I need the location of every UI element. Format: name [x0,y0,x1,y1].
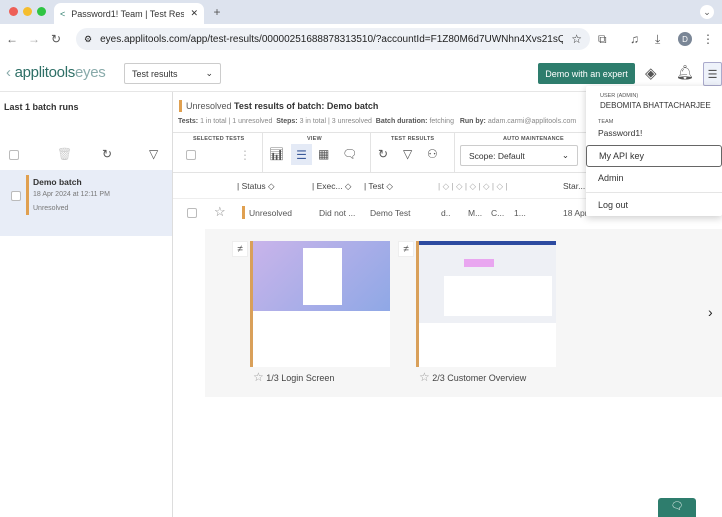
team-label: TEAM [598,119,614,125]
batch-checkbox[interactable] [11,191,21,201]
profile-avatar[interactable]: D [678,32,692,46]
diff-not-equal-icon: ≠ [398,241,414,257]
column-status[interactable]: | Status ◇ [237,181,275,192]
row-start-date: 18 Apr [563,208,588,218]
row-execution: Did not ... [319,208,356,218]
column-extra-headers[interactable]: | ◇ | ◇ | ◇ | ◇ | ◇ | [438,181,508,192]
batch-list-title: Last 1 batch runs [4,102,79,112]
user-role-label: USER (ADMIN) [600,93,639,99]
scope-select[interactable]: Scope: Default ⌄ [460,145,578,166]
user-name: DEBOMITA BHATTACHARJEE [600,101,711,110]
row-cell: 1... [514,208,526,218]
batch-status: Unresolved [33,205,69,212]
menu-item-log-out[interactable]: Log out [586,194,722,216]
grid-view-icon[interactable]: ▦ [318,147,329,161]
filter-results-icon[interactable]: ▽ [403,147,412,161]
close-window-button[interactable] [9,7,18,16]
user-menu-dropdown: USER (ADMIN) DEBOMITA BHATTACHARJEE TEAM… [586,86,722,216]
user-menu-button[interactable]: ☰ [703,62,722,86]
back-icon[interactable]: ← [6,32,18,46]
chat-button[interactable]: 🗨︎ [658,498,696,517]
close-tab-icon[interactable]: ✕ [190,8,198,19]
status-indicator [179,100,182,112]
forward-icon[interactable]: → [28,32,40,46]
tab-title: Password1! Team | Test Results [71,8,185,19]
status-indicator [242,206,245,219]
status-indicator [26,175,29,215]
url-field[interactable]: ⚙ eyes.applitools.com/app/test-results/0… [76,28,590,50]
step-label[interactable]: ☆ 1/3 Login Screen [253,370,334,384]
batch-status: Unresolved [186,101,232,111]
row-status: Unresolved [249,208,292,218]
star-icon[interactable]: ☆ [214,204,226,220]
extensions-icon[interactable]: ⧉ [598,32,607,47]
auto-maintenance-label: AUTO MAINTENANCE [503,136,564,142]
menu-item-api-key[interactable]: My API key [586,145,722,167]
chat-icon: 🗨︎ [670,500,684,512]
step-label[interactable]: ☆ 2/3 Customer Overview [419,370,526,384]
bookmark-star-icon[interactable]: ☆ [571,32,582,46]
browser-menu-icon[interactable]: ⋮ [702,32,714,46]
next-chevron-icon[interactable]: › [708,304,713,320]
diff-not-equal-icon: ≠ [232,241,248,257]
batch-list-panel: Last 1 batch runs 🗑︎ ↻ ▽ [0,92,173,517]
team-name: Password1! [598,128,643,138]
batch-name: Demo batch [33,177,82,187]
demo-with-expert-button[interactable]: Demo with an expert [538,63,635,84]
steps-panel: ≠ ☆ 1/3 Login Screen ≠ ☆ 2/3 Customer Ov… [205,229,722,397]
refresh-icon[interactable]: ↻ [102,147,112,161]
download-icon[interactable]: ⤓ [655,32,660,47]
column-start[interactable]: Star... [563,181,585,191]
browser-tab[interactable]: < Password1! Team | Test Results ✕ [54,3,204,24]
reload-icon[interactable]: ↻ [51,32,61,46]
step-thumbnail[interactable] [250,241,390,367]
star-icon[interactable]: ☆ [253,370,264,384]
comments-view-icon[interactable]: 🗨︎ [342,147,357,161]
batch-date: 18 Apr 2024 at 12:11 PM [33,191,110,198]
step-thumbnail[interactable] [416,241,556,367]
maximize-window-button[interactable] [37,7,46,16]
new-tab-icon[interactable]: + [210,4,224,20]
list-view-icon[interactable]: ☰ [291,144,312,165]
selected-tests-label: SELECTED TESTS [193,136,245,142]
row-cell: M... [468,208,483,218]
browser-tab-bar: < Password1! Team | Test Results ✕ + ⌄ [0,0,722,24]
row-cell: d.. [441,208,451,218]
chevron-down-icon: ⌄ [561,150,569,160]
tab-list-chevron-icon[interactable]: ⌄ [700,5,714,19]
refresh-results-icon[interactable]: ↻ [378,147,388,161]
learning-center-icon[interactable]: ◈ [645,64,657,82]
media-icon[interactable]: ♫ [630,32,639,46]
applitools-logo[interactable]: ‹ applitoolseyes [6,64,106,81]
row-test-name: Demo Test [370,208,411,218]
select-all-batches-checkbox[interactable] [9,150,19,160]
column-test[interactable]: | Test ◇ [364,181,393,192]
view-select[interactable]: Test results ⌄ [124,63,221,84]
star-icon[interactable]: ☆ [419,370,430,384]
column-execution[interactable]: | Exec... ◇ [312,181,351,192]
applitools-favicon-icon: < [60,8,66,19]
menu-item-admin[interactable]: Admin [586,167,722,189]
group-by-icon[interactable]: ⚇ [427,147,438,161]
batch-list-item[interactable]: Demo batch 18 Apr 2024 at 12:11 PM Unres… [0,170,172,236]
notifications-bell-icon[interactable]: 🔔︎ [676,64,694,81]
batch-summary: Tests: 1 in total | 1 unresolved Steps: … [178,118,577,125]
test-results-label: TEST RESULTS [391,136,435,142]
site-settings-icon[interactable]: ⚙ [84,34,92,45]
chart-view-icon[interactable]: 📊︎ [269,147,284,161]
view-label: VIEW [307,136,322,142]
row-cell: C... [491,208,505,218]
select-all-tests-checkbox[interactable] [186,150,196,160]
filter-icon[interactable]: ▽ [149,147,158,161]
more-actions-icon[interactable]: ⋮ [239,148,251,162]
row-checkbox[interactable] [187,208,197,218]
url-text: eyes.applitools.com/app/test-results/000… [100,33,564,45]
chevron-down-icon: ⌄ [205,68,213,78]
minimize-window-button[interactable] [23,7,32,16]
delete-trash-icon[interactable]: 🗑︎ [57,147,72,161]
batch-title: Test results of batch: Demo batch [234,101,379,111]
